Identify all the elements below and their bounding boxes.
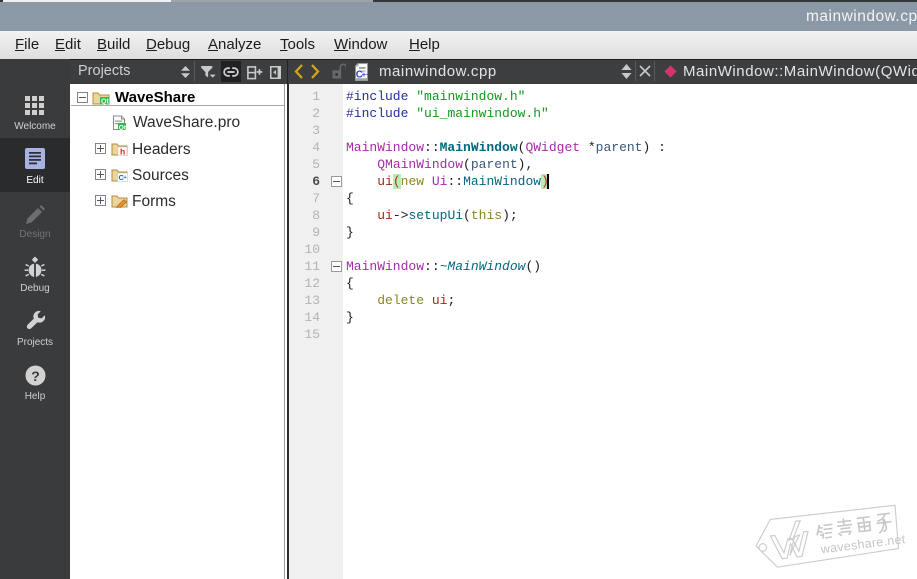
svg-text:h: h bbox=[120, 147, 125, 157]
svg-text:++: ++ bbox=[361, 70, 367, 79]
svg-text:+: + bbox=[124, 175, 127, 181]
svg-text:Qt: Qt bbox=[101, 99, 109, 106]
svg-text:Qt: Qt bbox=[119, 124, 127, 130]
svg-text:?: ? bbox=[31, 368, 40, 384]
